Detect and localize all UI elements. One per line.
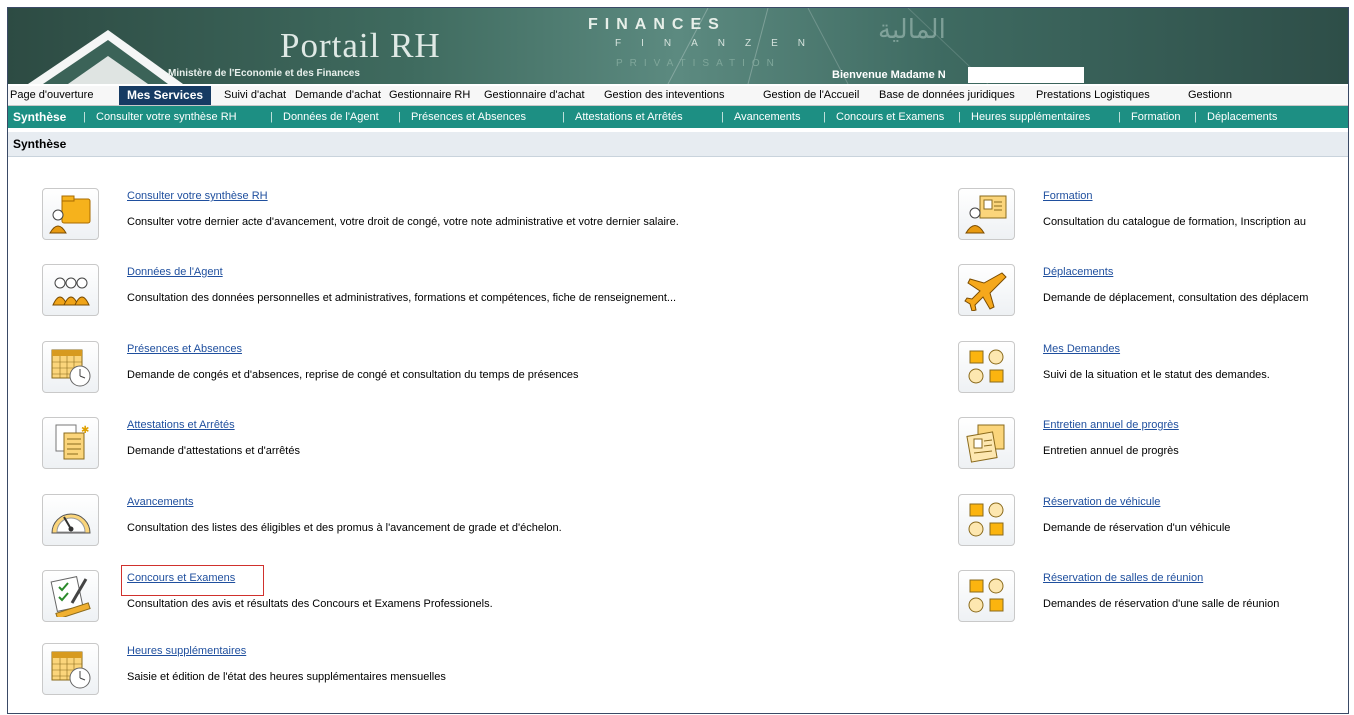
subnav-presences-absences[interactable]: Présences et Absences [411,111,526,123]
link-entretien-annuel[interactable]: Entretien annuel de progrès [1043,419,1179,431]
calendar-clock-icon[interactable] [42,643,99,695]
privatisation-wordmark: PRIVATISATION [616,58,781,69]
service-item-synthese-rh: Consulter votre synthèse RH Consulter vo… [42,188,922,248]
item-description: Consultation du catalogue de formation, … [1043,216,1306,228]
exam-paper-icon[interactable] [42,570,99,622]
separator: | [1118,111,1121,123]
service-item-attestations: ✱ Attestations et Arrêtés Demande d'atte… [42,417,922,477]
item-description: Saisie et édition de l'état des heures s… [127,671,446,683]
finanzen-wordmark: FINANZEN [615,38,825,49]
link-avancements[interactable]: Avancements [127,496,193,508]
subnav-heures-supplementaires[interactable]: Heures supplémentaires [971,111,1090,123]
header-banner: ﺍﻟﻤﺎﻟﻴﺔ Portail RH Ministère de l'Econom… [8,8,1348,84]
nav-gestion-interventions[interactable]: Gestion des inteventions [604,89,724,101]
id-card-person-icon[interactable] [958,188,1015,240]
item-description: Consultation des avis et résultats des C… [127,598,493,610]
redacted-name-box [968,67,1084,83]
subnav-avancements[interactable]: Avancements [734,111,800,123]
link-donnees-agent[interactable]: Données de l'Agent [127,266,223,278]
nav-gestionn[interactable]: Gestionn [1188,89,1232,101]
item-description: Demande de réservation d'un véhicule [1043,522,1231,534]
item-description: Consultation des listes des éligibles et… [127,522,562,534]
service-item-formation: Formation Consultation du catalogue de f… [958,188,1348,248]
nav-demande-achat[interactable]: Demande d'achat [295,89,381,101]
subnav-deplacements[interactable]: Déplacements [1207,111,1277,123]
item-description: Demande de congés et d'absences, reprise… [127,369,579,381]
separator: | [721,111,724,123]
link-consulter-synthese[interactable]: Consulter votre synthèse RH [127,190,268,202]
nav-page-ouverture[interactable]: Page d'ouverture [10,89,93,101]
item-description: Demande de déplacement, consultation des… [1043,292,1309,304]
group-people-icon[interactable] [42,264,99,316]
link-deplacements[interactable]: Déplacements [1043,266,1113,278]
link-heures-supplementaires[interactable]: Heures supplémentaires [127,645,246,657]
gauge-icon[interactable] [42,494,99,546]
link-presences-absences[interactable]: Présences et Absences [127,343,242,355]
link-reservation-salles[interactable]: Réservation de salles de réunion [1043,572,1203,584]
item-description: Demandes de réservation d'une salle de r… [1043,598,1280,610]
separator: | [398,111,401,123]
item-description: Entretien annuel de progrès [1043,445,1179,457]
service-item-heures-supplementaires: Heures supplémentaires Saisie et édition… [42,643,922,703]
folder-person-icon[interactable] [42,188,99,240]
nav-base-juridiques[interactable]: Base de données juridiques [879,89,1015,101]
separator: | [83,111,86,123]
top-navigation: Page d'ouverture Mes Services Suivi d'ac… [8,86,1348,106]
page-title-bar: Synthèse [8,132,1348,157]
item-description: Consultation des données personnelles et… [127,292,677,304]
separator: | [823,111,826,123]
nav-gestionnaire-rh[interactable]: Gestionnaire RH [389,89,470,101]
page-title: Synthèse [13,137,67,151]
subnav-donnees-agent[interactable]: Données de l'Agent [283,111,379,123]
calendar-clock-icon[interactable] [42,341,99,393]
documents-icon[interactable]: ✱ [42,417,99,469]
separator: | [958,111,961,123]
service-item-deplacements: Déplacements Demande de déplacement, con… [958,264,1348,324]
subnav-consulter-synthese[interactable]: Consulter votre synthèse RH [96,111,237,123]
svg-text:✱: ✱ [81,425,89,436]
nav-mes-services[interactable]: Mes Services [119,86,212,105]
separator: | [270,111,273,123]
finances-wordmark: FINANCES [588,16,726,33]
service-item-avancements: Avancements Consultation des listes des … [42,494,922,554]
svg-text:ﺍﻟﻤﺎﻟﻴﺔ: ﺍﻟﻤﺎﻟﻴﺔ [878,15,946,45]
ministry-name: Ministère de l'Economie et des Finances [168,68,360,79]
separator: | [1194,111,1197,123]
appraisal-folder-icon[interactable] [958,417,1015,469]
shapes-grid-icon[interactable] [958,341,1015,393]
nav-gestion-accueil[interactable]: Gestion de l'Accueil [763,89,859,101]
link-mes-demandes[interactable]: Mes Demandes [1043,343,1120,355]
nav-gestionnaire-achat[interactable]: Gestionnaire d'achat [484,89,585,101]
subnav-concours-examens[interactable]: Concours et Examens [836,111,944,123]
airplane-icon[interactable] [958,264,1015,316]
service-item-mes-demandes: Mes Demandes Suivi de la situation et le… [958,341,1348,401]
shapes-grid-icon[interactable] [958,570,1015,622]
separator: | [562,111,565,123]
link-attestations-arretes[interactable]: Attestations et Arrêtés [127,419,235,431]
highlight-box [121,565,264,596]
subnav-attestations-arretes[interactable]: Attestations et Arrêtés [575,111,683,123]
nav-suivi-achat[interactable]: Suivi d'achat [224,89,286,101]
sub-navigation: Synthèse | Consulter votre synthèse RH |… [8,106,1348,128]
service-item-reservation-salles: Réservation de salles de réunion Demande… [958,570,1348,630]
subnav-formation[interactable]: Formation [1131,111,1181,123]
link-reservation-vehicule[interactable]: Réservation de véhicule [1043,496,1160,508]
portal-title: Portail RH [280,26,441,65]
service-item-presences-absences: Présences et Absences Demande de congés … [42,341,922,401]
item-description: Consulter votre dernier acte d'avancemen… [127,216,679,228]
item-description: Demande d'attestations et d'arrêtés [127,445,300,457]
subnav-synthese[interactable]: Synthèse [13,110,66,124]
welcome-text: Bienvenue Madame N [832,69,946,81]
portal-window: ﺍﻟﻤﺎﻟﻴﺔ Portail RH Ministère de l'Econom… [7,7,1349,714]
service-item-reservation-vehicule: Réservation de véhicule Demande de réser… [958,494,1348,554]
service-item-donnees-agent: Données de l'Agent Consultation des donn… [42,264,922,324]
item-description: Suivi de la situation et le statut des d… [1043,369,1270,381]
service-item-entretien-annuel: Entretien annuel de progrès Entretien an… [958,417,1348,477]
nav-prestations-logistiques[interactable]: Prestations Logistiques [1036,89,1150,101]
shapes-grid-icon[interactable] [958,494,1015,546]
link-formation[interactable]: Formation [1043,190,1093,202]
